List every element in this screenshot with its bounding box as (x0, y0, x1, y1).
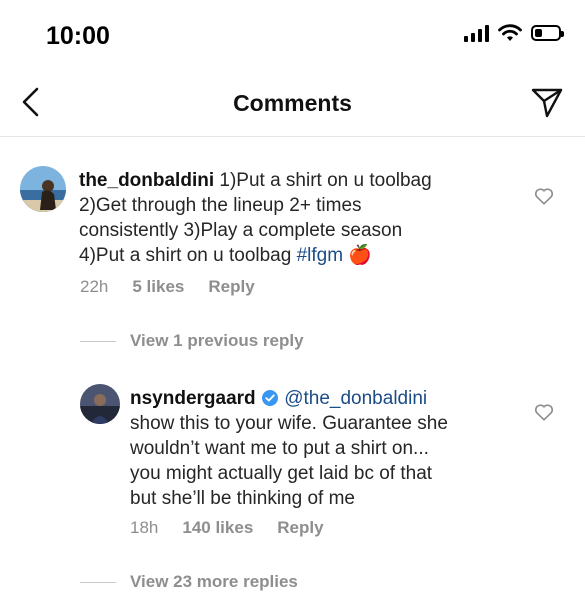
avatar[interactable] (20, 166, 66, 212)
hashtag-link[interactable]: #lfgm (297, 245, 343, 266)
avatar-image (20, 166, 66, 212)
comment-username[interactable]: the_donbaldini (79, 170, 214, 191)
like-heart-icon[interactable] (533, 401, 555, 423)
comment-line: show this to your wife. Guarantee she (130, 413, 448, 434)
comment-line: 2)Get through the lineup 2+ times (79, 195, 362, 216)
status-icons (464, 24, 564, 42)
like-heart-icon[interactable] (533, 185, 555, 207)
comment-text: the_donbaldini 1)Put a shirt on u toolba… (79, 168, 509, 268)
mention-link[interactable]: @the_donbaldini (284, 388, 427, 409)
view-previous-label: View 1 previous reply (130, 331, 304, 350)
verified-badge-icon (261, 390, 278, 406)
comment-line: 4)Put a shirt on u toolbag (79, 245, 297, 266)
comment-text: nsyndergaard @the_donbaldini show this t… (130, 386, 530, 511)
divider (80, 340, 116, 342)
comment-meta: 22h 5 likes Reply (80, 277, 255, 297)
view-previous-replies-button[interactable]: View 1 previous reply (80, 331, 304, 351)
view-more-label: View 23 more replies (130, 572, 298, 591)
direct-send-icon[interactable] (529, 84, 565, 120)
comment-time: 22h (80, 277, 109, 296)
comment-line: you might actually get laid bc of that (130, 463, 433, 484)
reply-button[interactable]: Reply (277, 518, 323, 538)
avatar[interactable] (80, 384, 120, 424)
comment-line: but she’ll be thinking of me (130, 488, 355, 509)
comment-time: 18h (130, 518, 159, 537)
reply-button[interactable]: Reply (208, 277, 254, 297)
likes-count[interactable]: 5 likes (132, 277, 184, 297)
comment-username[interactable]: nsyndergaard (130, 388, 256, 409)
divider (80, 581, 116, 583)
apple-emoji: 🍎 (348, 245, 373, 266)
cellular-signal-icon (464, 24, 489, 42)
comment-line: 1)Put a shirt on u toolbag (219, 170, 432, 191)
battery-icon (531, 25, 564, 41)
likes-count[interactable]: 140 likes (182, 518, 253, 538)
comment-meta: 18h 140 likes Reply (130, 518, 324, 538)
avatar-image (80, 384, 120, 424)
comment-line: wouldn’t want me to put a shirt on... (130, 438, 429, 459)
wifi-icon (498, 24, 522, 41)
status-time: 10:00 (46, 22, 110, 50)
view-more-replies-button[interactable]: View 23 more replies (80, 572, 298, 592)
status-bar: 10:00 (0, 0, 585, 70)
comment-line: consistently 3)Play a complete season (79, 220, 403, 241)
page-title: Comments (233, 90, 352, 116)
comments-header: Comments (0, 70, 585, 137)
